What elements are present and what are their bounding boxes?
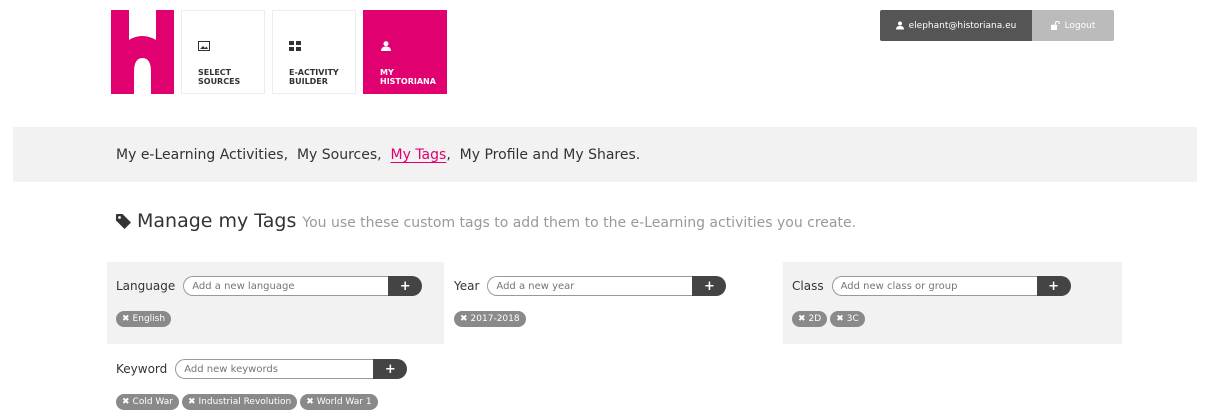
tag-chip[interactable]: ✖ Industrial Revolution bbox=[181, 394, 298, 410]
language-input[interactable] bbox=[183, 276, 389, 296]
nav-label: E-ACTIVITY BUILDER bbox=[289, 68, 339, 86]
language-label: Language bbox=[116, 279, 176, 293]
subnav-profile-link[interactable]: My Profile bbox=[460, 147, 528, 163]
add-keyword-button[interactable]: + bbox=[373, 359, 408, 379]
keyword-label: Keyword bbox=[116, 362, 168, 376]
logout-button[interactable]: Logout bbox=[1032, 10, 1114, 41]
subnav-and-text: and bbox=[532, 146, 559, 163]
class-input[interactable] bbox=[831, 276, 1037, 296]
tag-label: 2D bbox=[808, 314, 822, 324]
nav-select-sources[interactable]: SELECT SOURCES bbox=[181, 10, 265, 94]
remove-icon[interactable]: ✖ bbox=[836, 314, 844, 324]
separator: , bbox=[446, 146, 460, 163]
page-description: You use these custom tags to add them to… bbox=[302, 215, 857, 231]
subnav-sources-link[interactable]: My Sources bbox=[297, 147, 377, 163]
add-class-button[interactable]: + bbox=[1036, 276, 1071, 296]
image-icon bbox=[198, 41, 210, 51]
tag-label: English bbox=[132, 314, 166, 324]
keyword-panel: Keyword + ✖Cold War ✖Industrial Revoluti… bbox=[107, 346, 444, 412]
class-tags: ✖ 2D ✖ 3C bbox=[792, 311, 865, 327]
tag-chip[interactable]: ✖ English bbox=[116, 311, 172, 327]
nav-label: MY HISTORIANA bbox=[380, 68, 436, 86]
tag-label: Cold War bbox=[132, 397, 173, 407]
tag-label: World War 1 bbox=[316, 397, 372, 407]
nav-e-activity-builder[interactable]: E-ACTIVITY BUILDER bbox=[272, 10, 356, 94]
tag-label: 2017-2018 bbox=[470, 314, 520, 324]
separator: , bbox=[377, 146, 391, 163]
class-label: Class bbox=[792, 279, 824, 293]
nav-my-historiana[interactable]: MY HISTORIANA bbox=[363, 10, 447, 94]
user-email: elephant@historiana.eu bbox=[908, 20, 1017, 31]
tag-chip[interactable]: ✖ 2017-2018 bbox=[454, 311, 526, 327]
remove-icon[interactable]: ✖ bbox=[122, 314, 130, 324]
nav-label: SELECT SOURCES bbox=[198, 68, 241, 86]
add-year-button[interactable]: + bbox=[692, 276, 727, 296]
subnav-shares-link[interactable]: My Shares. bbox=[563, 147, 640, 163]
user-account-button[interactable]: elephant@historiana.eu bbox=[880, 10, 1032, 41]
page-heading: Manage my Tags You use these custom tags… bbox=[116, 210, 856, 232]
historiana-logo[interactable] bbox=[111, 10, 174, 94]
remove-icon[interactable]: ✖ bbox=[460, 314, 468, 324]
subnav-tags-link[interactable]: My Tags bbox=[391, 147, 447, 163]
language-panel: Language + ✖English bbox=[107, 262, 444, 344]
remove-icon[interactable]: ✖ bbox=[188, 397, 196, 407]
tag-chip[interactable]: ✖ Cold War bbox=[116, 394, 179, 410]
logout-label: Logout bbox=[1064, 20, 1096, 31]
tags-icon bbox=[116, 213, 131, 229]
remove-icon[interactable]: ✖ bbox=[798, 314, 806, 324]
tag-chip[interactable]: ✖ World War 1 bbox=[300, 394, 378, 410]
keyword-input[interactable] bbox=[175, 359, 374, 379]
subnav: My e-Learning Activities, My Sources, My… bbox=[13, 127, 1197, 182]
tag-chip[interactable]: ✖ 3C bbox=[830, 311, 865, 327]
remove-icon[interactable]: ✖ bbox=[306, 397, 314, 407]
user-icon bbox=[381, 41, 391, 51]
remove-icon[interactable]: ✖ bbox=[122, 397, 130, 407]
tag-label: Industrial Revolution bbox=[198, 397, 292, 407]
subnav-activities-link[interactable]: My e-Learning Activities bbox=[116, 147, 284, 163]
user-icon bbox=[895, 21, 904, 30]
year-input[interactable] bbox=[487, 276, 693, 296]
year-panel: Year + ✖2017-2018 bbox=[445, 262, 782, 344]
language-tags: ✖ English bbox=[116, 311, 172, 327]
page-title: Manage my Tags bbox=[137, 210, 297, 232]
tag-chip[interactable]: ✖ 2D bbox=[792, 311, 828, 327]
unlock-icon bbox=[1050, 21, 1060, 30]
grid-icon bbox=[289, 41, 301, 51]
class-panel: Class + ✖2D ✖3C bbox=[783, 262, 1122, 344]
keyword-tags: ✖ Cold War ✖ Industrial Revolution ✖ World … bbox=[116, 394, 378, 410]
year-label: Year bbox=[454, 279, 480, 293]
tag-label: 3C bbox=[846, 314, 859, 324]
year-tags: ✖ 2017-2018 bbox=[454, 311, 526, 327]
separator: , bbox=[283, 146, 297, 163]
add-language-button[interactable]: + bbox=[388, 276, 423, 296]
